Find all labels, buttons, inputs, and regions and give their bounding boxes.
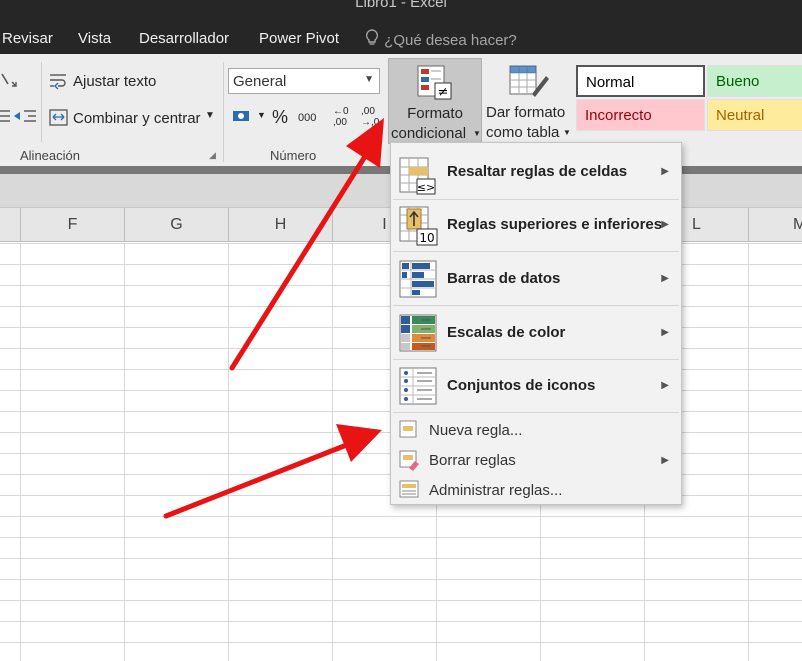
column-header-corner	[0, 208, 21, 242]
menu-item-data-bars[interactable]: Barras de datos ▶	[391, 257, 681, 303]
menu-separator	[393, 412, 679, 413]
chevron-right-icon: ▶	[661, 219, 669, 230]
conditional-format-icon: ≠	[417, 65, 452, 100]
conditional-format-line2: condicional	[391, 125, 467, 142]
data-bars-icon	[399, 260, 437, 298]
menu-item-manage-rules[interactable]: Administrar reglas...	[391, 477, 681, 505]
menu-item-new-rule[interactable]: Nueva regla...	[391, 417, 681, 445]
increase-decimal-bottom: ,00	[333, 117, 347, 128]
conditional-format-menu: ≤> Resaltar reglas de celdas ▶ 10 Reglas…	[390, 142, 682, 505]
menu-item-label: Borrar reglas	[429, 452, 516, 469]
style-normal[interactable]: Normal	[576, 65, 705, 97]
tell-me-box[interactable]: ¿Qué desea hacer?	[364, 29, 517, 49]
wrap-text-icon	[50, 74, 66, 90]
menu-item-icon-sets[interactable]: Conjuntos de iconos ▶	[391, 364, 681, 410]
menu-item-clear-rules[interactable]: Borrar reglas ▶	[391, 447, 681, 475]
decrease-decimal-bottom: →,0	[361, 117, 380, 128]
lightbulb-icon	[365, 29, 379, 45]
svg-text:≤>: ≤>	[417, 181, 435, 194]
merge-dropdown-icon[interactable]: ▼	[205, 110, 215, 121]
column-header-g[interactable]: G	[125, 208, 229, 242]
title-bar: Libro1 - Excel	[0, 0, 802, 22]
style-incorrecto[interactable]: Incorrecto	[576, 99, 705, 131]
top-bottom-icon-text: 10	[419, 231, 434, 245]
new-rule-icon	[399, 420, 417, 438]
conditional-format-line1: Formato	[407, 105, 463, 122]
menu-item-label: Nueva regla...	[429, 422, 523, 439]
menu-item-top-bottom-rules[interactable]: 10 Reglas superiores e inferiores ▶	[391, 203, 681, 249]
thousands-button[interactable]: 000	[298, 112, 316, 124]
merge-center-button[interactable]: Combinar y centrar	[73, 110, 201, 127]
tab-power-pivot[interactable]: Power Pivot	[259, 30, 339, 47]
color-scales-icon	[399, 314, 437, 352]
menu-item-label: Conjuntos de iconos	[447, 377, 596, 394]
chevron-right-icon: ▶	[661, 273, 669, 284]
highlight-rules-icon: ≤>	[399, 157, 436, 195]
menu-item-label: Resaltar reglas de celdas	[447, 163, 628, 180]
menu-separator	[393, 359, 679, 360]
currency-dropdown-icon[interactable]: ▼	[257, 110, 266, 120]
clear-rules-icon	[399, 450, 419, 471]
chevron-right-icon: ▶	[661, 166, 669, 177]
menu-item-label: Barras de datos	[447, 270, 561, 287]
orientation-icon[interactable]	[0, 70, 22, 90]
svg-text:≠: ≠	[438, 85, 449, 100]
menu-item-label: Escalas de color	[447, 324, 566, 341]
menu-separator	[393, 251, 679, 252]
chevron-down-icon: ▼	[364, 74, 374, 85]
menu-item-color-scales[interactable]: Escalas de color ▶	[391, 311, 681, 357]
number-group-label: Número	[270, 148, 317, 163]
conditional-format-button[interactable]: ≠ Formato condicional ▼	[388, 58, 482, 144]
window-title: Libro1 - Excel	[355, 0, 447, 11]
column-header-m[interactable]: M	[749, 208, 802, 242]
ribbon-tabs: Revisar Vista Desarrollador Power Pivot …	[0, 22, 802, 54]
alignment-dialog-launcher-icon[interactable]: ◢	[209, 150, 216, 161]
increase-decimal-top: ←0	[333, 106, 349, 117]
number-format-value: General	[233, 73, 287, 90]
tab-vista[interactable]: Vista	[78, 30, 111, 47]
merge-center-icon	[49, 109, 68, 126]
chevron-right-icon: ▶	[661, 327, 669, 338]
chevron-right-icon: ▶	[661, 380, 669, 391]
decrease-decimal-button[interactable]: ,00 →,0	[361, 106, 381, 130]
decrease-decimal-top: ,00	[361, 106, 375, 117]
menu-separator	[393, 199, 679, 200]
tab-revisar[interactable]: Revisar	[2, 30, 53, 47]
style-bueno[interactable]: Bueno	[707, 65, 802, 97]
manage-rules-icon	[399, 480, 419, 498]
column-header-h[interactable]: H	[229, 208, 333, 242]
wrap-text-button[interactable]: Ajustar texto	[73, 73, 156, 90]
menu-item-highlight-rules[interactable]: ≤> Resaltar reglas de celdas ▶	[391, 151, 681, 197]
top-bottom-rules-icon: 10	[399, 206, 438, 246]
menu-item-label: Reglas superiores e inferiores	[447, 216, 663, 233]
menu-item-label: Administrar reglas...	[429, 482, 563, 499]
number-format-dropdown[interactable]: General ▼	[228, 68, 380, 94]
format-as-table-icon[interactable]	[508, 64, 550, 100]
tab-desarrollador[interactable]: Desarrollador	[139, 30, 229, 47]
percent-button[interactable]: %	[272, 107, 288, 128]
chevron-right-icon: ▶	[661, 455, 669, 466]
currency-icon[interactable]	[232, 108, 254, 126]
alignment-group-label: Alineación	[20, 148, 80, 163]
indent-icons[interactable]	[0, 108, 38, 126]
column-header-f[interactable]: F	[21, 208, 125, 242]
increase-decimal-button[interactable]: ←0 ,00	[333, 106, 353, 130]
chevron-down-icon[interactable]: ▼	[563, 128, 571, 137]
format-as-table-line1[interactable]: Dar formato	[486, 104, 565, 121]
chevron-down-icon: ▼	[473, 129, 481, 138]
menu-separator	[393, 305, 679, 306]
tell-me-placeholder: ¿Qué desea hacer?	[384, 32, 517, 49]
style-neutral[interactable]: Neutral	[707, 99, 802, 131]
format-as-table-line2[interactable]: como tabla	[486, 124, 559, 141]
icon-sets-icon	[399, 367, 437, 405]
